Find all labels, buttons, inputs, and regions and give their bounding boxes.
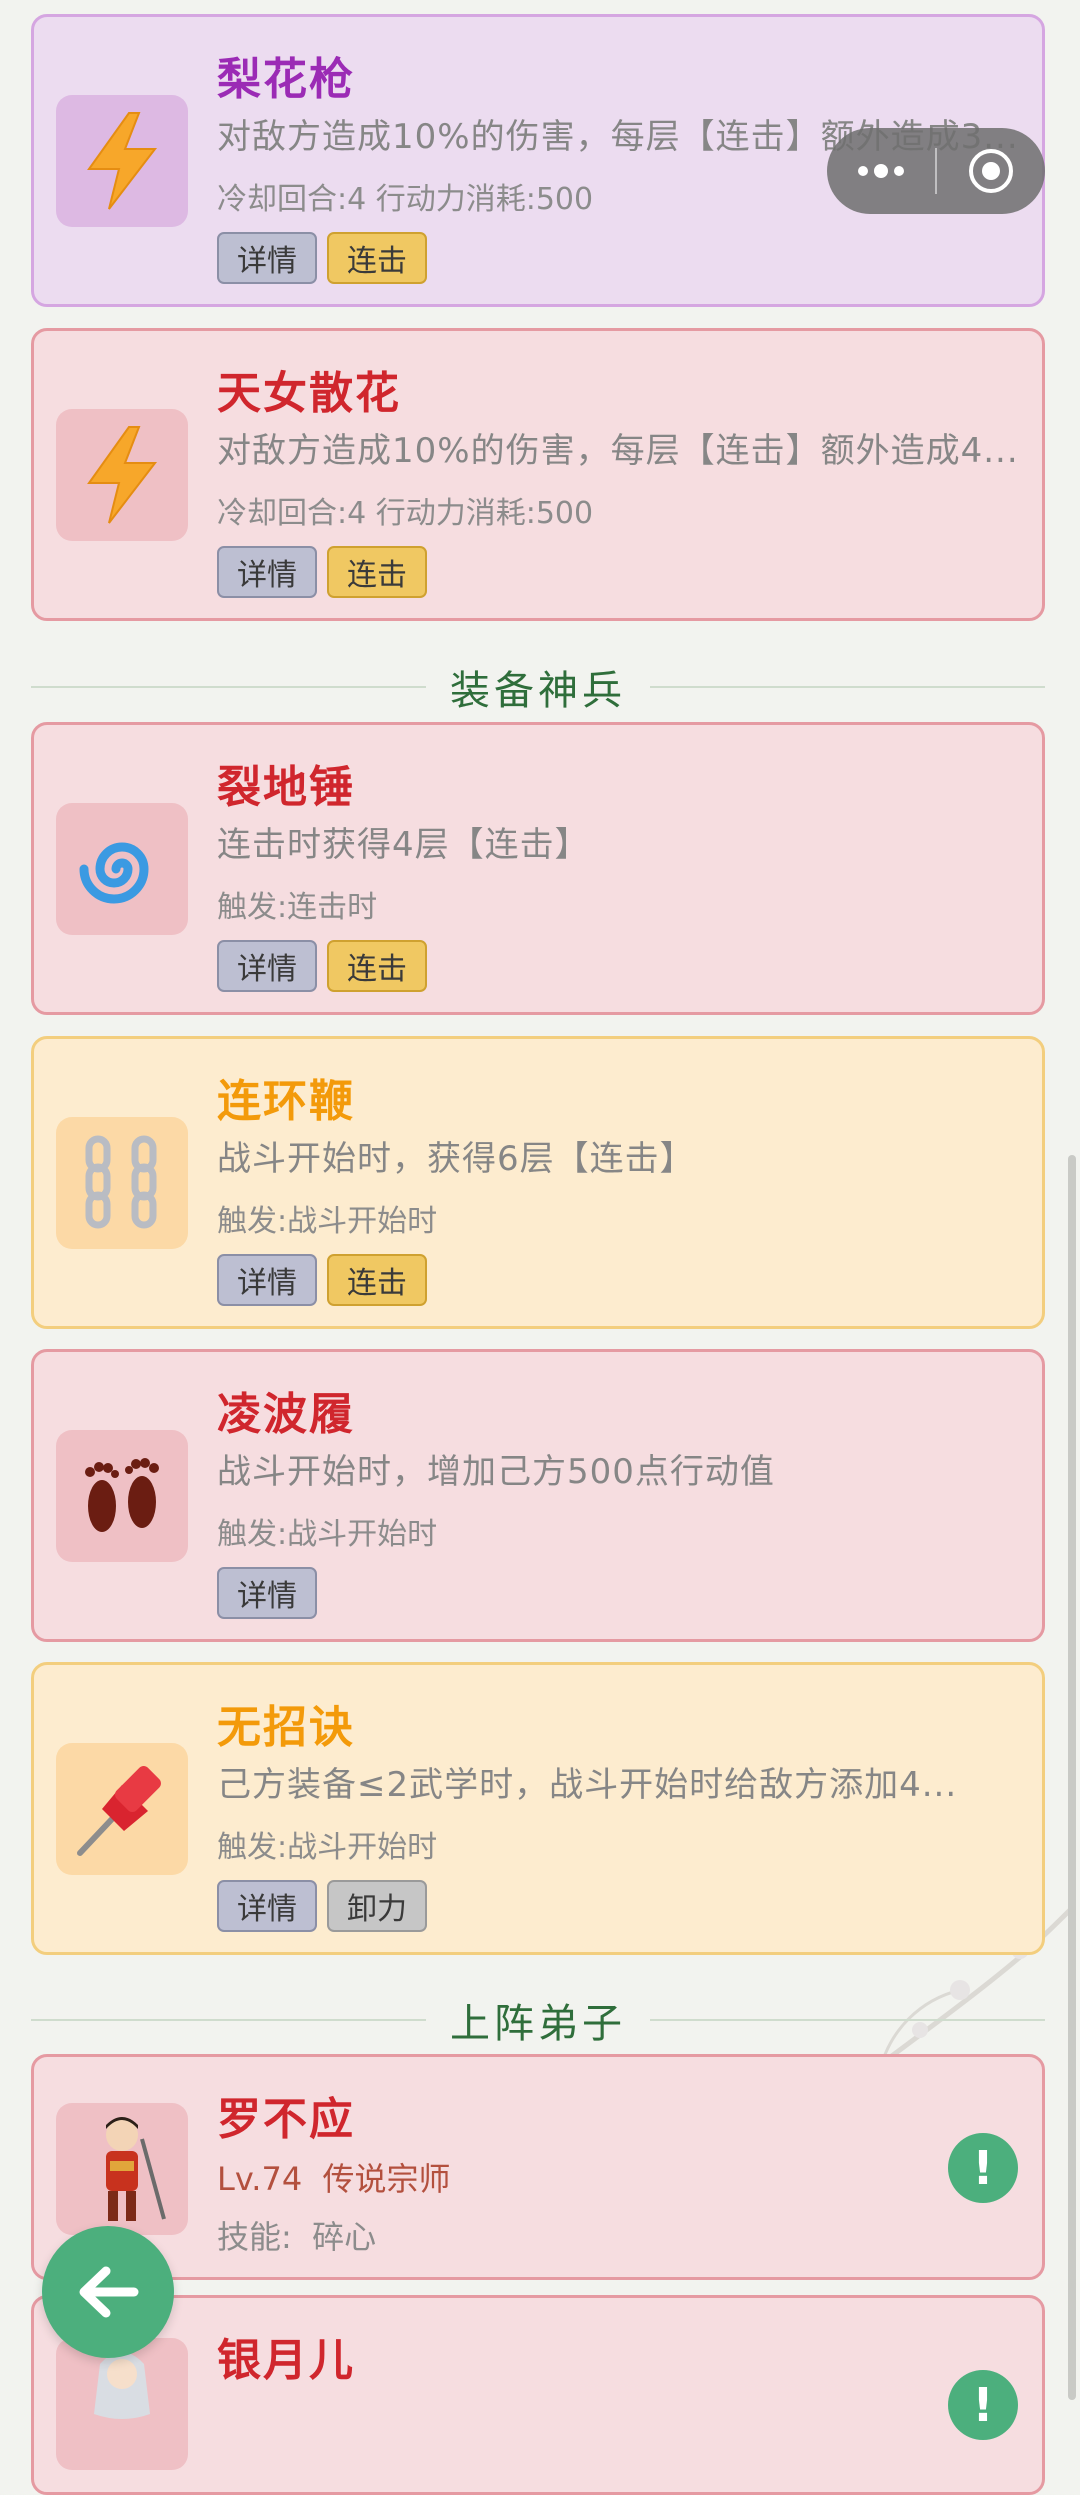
detail-button[interactable]: 详情	[217, 1254, 317, 1306]
tag-group: 详情 连击	[217, 546, 427, 598]
equipment-name: 凌波履	[217, 1389, 355, 1440]
detail-button[interactable]: 详情	[217, 232, 317, 284]
equipment-icon-box	[56, 1743, 188, 1875]
unload-tag[interactable]: 卸力	[327, 1880, 427, 1932]
female-avatar-icon	[94, 2352, 150, 2419]
equipment-description: 己方装备≤2武学时，战斗开始时给敌方添加4...	[217, 1765, 958, 1805]
skill-label: 技能:	[217, 2218, 292, 2256]
combo-tag[interactable]: 连击	[327, 1254, 427, 1306]
lightning-icon	[87, 112, 158, 210]
arrow-left-icon	[79, 2266, 139, 2318]
tag-group: 详情	[217, 1567, 317, 1619]
equipment-trigger: 触发:战斗开始时	[217, 1830, 438, 1865]
divider	[31, 686, 426, 688]
cyclone-icon	[79, 842, 149, 904]
back-button[interactable]	[42, 2226, 174, 2358]
detail-button[interactable]: 详情	[217, 940, 317, 992]
chain-icon	[85, 1135, 157, 1229]
divider	[650, 2019, 1045, 2021]
equipment-card[interactable]: 凌波履 战斗开始时，增加己方500点行动值 触发:战斗开始时 详情	[31, 1349, 1045, 1642]
equipment-card[interactable]: 连环鞭 战斗开始时，获得6层【连击】 触发:战斗开始时 详情 连击	[31, 1036, 1045, 1329]
skill-card[interactable]: 天女散花 对敌方造成10%的伤害，每层【连击】额外造成4... 冷却回合:4 行…	[31, 328, 1045, 621]
disciple-skill: 技能: 碎心	[217, 2212, 376, 2258]
detail-button[interactable]: 详情	[217, 1567, 317, 1619]
lightning-icon	[87, 426, 158, 524]
equipment-card[interactable]: 裂地锤 连击时获得4层【连击】 触发:连击时 详情 连击	[31, 722, 1045, 1015]
detail-button[interactable]: 详情	[217, 1880, 317, 1932]
more-menu-button[interactable]	[827, 128, 935, 214]
disciple-card[interactable]: 罗不应 Lv.74 传说宗师 技能: 碎心 !	[31, 2054, 1045, 2280]
section-title: 装备神兵	[450, 668, 626, 714]
more-dots-icon	[858, 164, 904, 178]
skill-meta: 冷却回合:4 行动力消耗:500	[217, 496, 594, 531]
equipment-description: 战斗开始时，获得6层【连击】	[217, 1139, 695, 1179]
section-header-disciples: 上阵弟子	[31, 1990, 1045, 2050]
equipment-card[interactable]: 无招诀 己方装备≤2武学时，战斗开始时给敌方添加4... 触发:战斗开始时 详情…	[31, 1662, 1045, 1955]
pushpin-icon	[77, 1766, 161, 1856]
skill-value: 碎心	[312, 2218, 377, 2256]
disciple-level: Lv.74 传说宗师	[217, 2154, 451, 2200]
rank-value: 传说宗师	[322, 2160, 451, 2198]
equipment-icon-box	[56, 1117, 188, 1249]
tag-group: 详情 连击	[217, 1254, 427, 1306]
equipment-icon-box	[56, 803, 188, 935]
level-value: Lv.74	[217, 2160, 303, 2198]
skill-meta: 冷却回合:4 行动力消耗:500	[217, 182, 594, 217]
combo-tag[interactable]: 连击	[327, 232, 427, 284]
disciple-name: 罗不应	[217, 2094, 355, 2145]
footprints-icon	[85, 1458, 159, 1532]
disciple-card[interactable]: 银月儿 !	[31, 2295, 1045, 2495]
combo-tag[interactable]: 连击	[327, 940, 427, 992]
divider	[650, 686, 1045, 688]
skill-description: 对敌方造成10%的伤害，每层【连击】额外造成4...	[217, 431, 1019, 471]
close-miniprogram-button[interactable]	[937, 128, 1045, 214]
equipment-description: 战斗开始时，增加己方500点行动值	[217, 1452, 775, 1492]
equipment-name: 无招诀	[217, 1702, 355, 1753]
warrior-avatar-icon	[106, 2117, 166, 2221]
disciple-avatar	[56, 2103, 188, 2235]
tag-group: 详情 连击	[217, 232, 427, 284]
equipment-trigger: 触发:战斗开始时	[217, 1517, 438, 1552]
section-header-equipment: 装备神兵	[31, 657, 1045, 717]
target-close-icon	[969, 149, 1013, 193]
divider	[31, 2019, 426, 2021]
disciple-avatar	[56, 2338, 188, 2470]
skill-name: 梨花枪	[217, 54, 355, 105]
equipment-name: 连环鞭	[217, 1076, 355, 1127]
equipment-trigger: 触发:连击时	[217, 890, 378, 925]
scrollbar[interactable]	[1068, 1155, 1076, 2400]
skill-icon-box	[56, 95, 188, 227]
equipment-description: 连击时获得4层【连击】	[217, 825, 590, 865]
skill-name: 天女散花	[217, 368, 401, 419]
info-icon[interactable]: !	[948, 2133, 1018, 2203]
equipment-name: 裂地锤	[217, 762, 355, 813]
info-icon[interactable]: !	[948, 2370, 1018, 2440]
disciple-name: 银月儿	[217, 2335, 355, 2386]
tag-group: 详情 连击	[217, 940, 427, 992]
detail-button[interactable]: 详情	[217, 546, 317, 598]
miniprogram-capsule	[827, 128, 1045, 214]
equipment-icon-box	[56, 1430, 188, 1562]
tag-group: 详情 卸力	[217, 1880, 427, 1932]
section-title: 上阵弟子	[450, 2001, 626, 2047]
combo-tag[interactable]: 连击	[327, 546, 427, 598]
skill-icon-box	[56, 409, 188, 541]
equipment-trigger: 触发:战斗开始时	[217, 1204, 438, 1239]
